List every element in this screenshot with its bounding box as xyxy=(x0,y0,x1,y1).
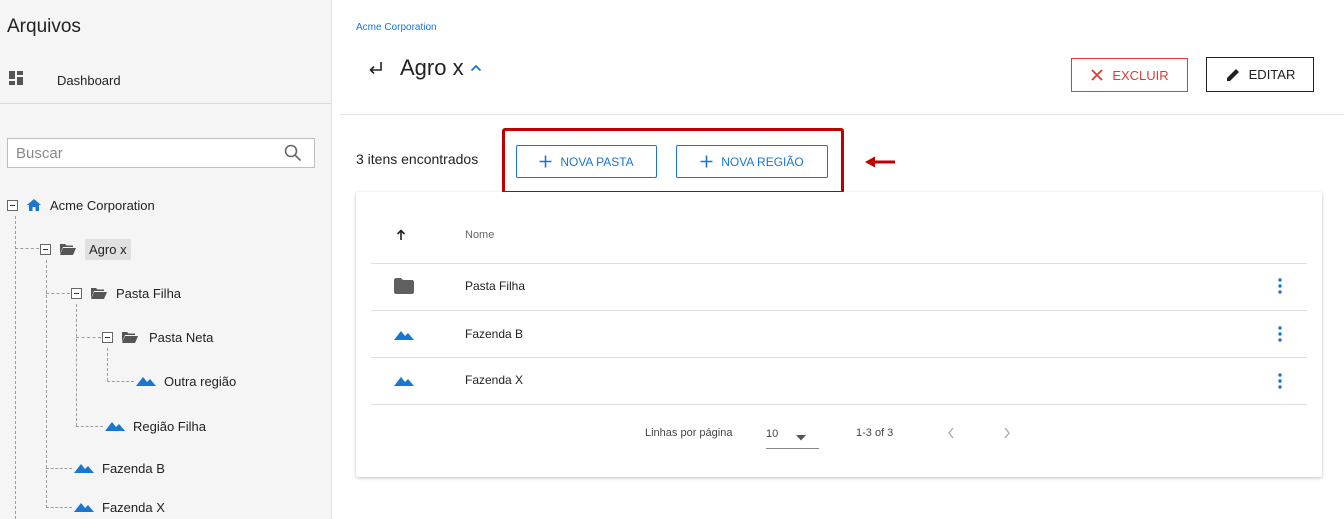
tree-connector xyxy=(107,348,108,381)
collapse-toggle[interactable] xyxy=(40,243,51,255)
folder-open-icon xyxy=(90,286,108,300)
files-table: Nome Pasta Filha Fazenda B Fazenda X Lin… xyxy=(356,192,1322,477)
dashboard-label: Dashboard xyxy=(57,72,121,88)
tree-node-regiao-filha[interactable]: Região Filha xyxy=(105,415,206,437)
tree-connector xyxy=(46,507,72,508)
sidebar-item-dashboard[interactable]: Dashboard xyxy=(9,68,121,92)
search-input[interactable] xyxy=(8,139,276,167)
row-divider xyxy=(371,263,1307,264)
tree-node-pasta-neta[interactable]: Pasta Neta xyxy=(102,326,213,348)
pencil-icon xyxy=(1225,67,1241,83)
sort-arrow-up-icon[interactable] xyxy=(396,228,406,246)
collapse-toggle[interactable] xyxy=(7,199,18,211)
tree-node-fazenda-b[interactable]: Fazenda B xyxy=(74,457,165,479)
folder-icon xyxy=(394,278,414,299)
tree-connector xyxy=(46,468,72,469)
pagination-range: 1-3 of 3 xyxy=(856,427,894,439)
tree-connector xyxy=(76,426,103,427)
search-icon[interactable] xyxy=(284,144,302,167)
folder-open-icon xyxy=(59,242,77,256)
collapse-toggle[interactable] xyxy=(71,287,82,299)
mountain-icon xyxy=(74,501,94,513)
chevron-right-icon[interactable] xyxy=(1002,425,1012,441)
tree-connector xyxy=(15,248,39,249)
row-divider xyxy=(371,310,1307,311)
highlight-box xyxy=(502,128,844,194)
row-divider xyxy=(371,357,1307,358)
page-header: Agro x xyxy=(368,55,482,81)
dashboard-icon xyxy=(9,70,23,90)
chevron-left-icon[interactable] xyxy=(946,425,956,441)
table-row-name[interactable]: Pasta Filha xyxy=(465,279,525,293)
tree-node-acme[interactable]: Acme Corporation xyxy=(7,194,155,216)
mountain-icon xyxy=(74,462,94,474)
breadcrumb[interactable]: Acme Corporation xyxy=(356,22,437,33)
delete-button-label: EXCLUIR xyxy=(1112,67,1169,83)
chevron-up-icon[interactable] xyxy=(470,64,482,72)
collapse-toggle[interactable] xyxy=(102,331,113,343)
tree-label[interactable]: Acme Corporation xyxy=(50,198,155,213)
tree-connector xyxy=(46,293,70,294)
edit-button-label: EDITAR xyxy=(1248,67,1296,82)
dropdown-arrow-icon xyxy=(796,432,806,444)
row-divider xyxy=(371,404,1307,405)
rows-per-page-select[interactable]: 10 xyxy=(766,426,819,449)
more-vert-icon[interactable] xyxy=(1278,278,1282,294)
sidebar: Arquivos Dashboard Acme Corporation A xyxy=(0,0,332,519)
tree-connector xyxy=(15,216,16,519)
more-vert-icon[interactable] xyxy=(1278,373,1282,389)
folder-open-icon xyxy=(121,330,139,344)
items-count: 3 itens encontrados xyxy=(356,151,479,167)
tree-label[interactable]: Fazenda X xyxy=(102,500,165,515)
tree-node-fazenda-x[interactable]: Fazenda X xyxy=(74,496,165,518)
arrow-left-icon xyxy=(864,155,896,174)
tree-connector xyxy=(76,304,77,426)
mountain-icon xyxy=(394,328,414,346)
sidebar-divider xyxy=(0,103,331,104)
tree-node-agro[interactable]: Agro x xyxy=(40,238,131,260)
close-icon xyxy=(1090,68,1104,82)
tree-connector xyxy=(107,381,134,382)
more-vert-icon[interactable] xyxy=(1278,326,1282,342)
rows-per-page-value: 10 xyxy=(766,428,779,440)
table-row-name[interactable]: Fazenda X xyxy=(465,373,523,387)
delete-button[interactable]: EXCLUIR xyxy=(1071,58,1188,92)
tree-label[interactable]: Agro x xyxy=(85,238,131,260)
mountain-icon xyxy=(394,374,414,392)
table-row-name[interactable]: Fazenda B xyxy=(465,327,523,341)
sidebar-title: Arquivos xyxy=(7,16,81,37)
tree-connector xyxy=(76,337,101,338)
tree-label[interactable]: Pasta Neta xyxy=(149,330,213,345)
search-box xyxy=(7,138,315,168)
tree-label[interactable]: Outra região xyxy=(164,374,236,389)
tree-connector xyxy=(46,260,47,508)
edit-button[interactable]: EDITAR xyxy=(1206,57,1314,92)
back-arrow-icon[interactable] xyxy=(368,60,384,76)
mountain-icon xyxy=(105,420,125,432)
tree-node-outra-regiao[interactable]: Outra região xyxy=(136,370,236,392)
tree-label[interactable]: Fazenda B xyxy=(102,461,165,476)
header-divider xyxy=(340,114,1344,115)
page-title: Agro x xyxy=(400,55,464,80)
rows-per-page-label: Linhas por página xyxy=(645,427,733,439)
tree-label[interactable]: Região Filha xyxy=(133,419,206,434)
tree-label[interactable]: Pasta Filha xyxy=(116,286,181,301)
column-header-name[interactable]: Nome xyxy=(465,229,494,241)
home-icon xyxy=(26,198,42,212)
tree-node-pasta-filha[interactable]: Pasta Filha xyxy=(71,282,181,304)
mountain-icon xyxy=(136,375,156,387)
